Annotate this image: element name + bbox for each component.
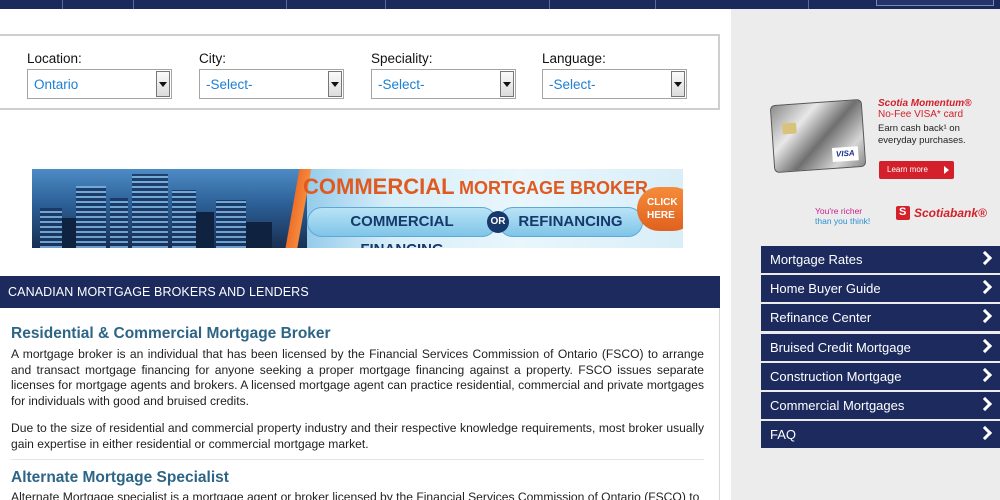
- location-filter: Location: Ontario: [27, 50, 172, 99]
- menu-item-label: FAQ: [770, 427, 797, 443]
- or-badge: OR: [487, 211, 509, 233]
- chevron-right-icon: [977, 426, 993, 441]
- nav-divider: [385, 0, 386, 9]
- language-value: -Select-: [549, 77, 596, 92]
- commercial-financing-pill: COMMERCIAL FINANCING: [307, 207, 497, 248]
- article-content: Residential & Commercial Mortgage Broker…: [0, 308, 720, 500]
- city-filter: City: -Select-: [199, 50, 344, 99]
- menu-item-label: Commercial Mortgages: [770, 397, 905, 413]
- speciality-select[interactable]: -Select-: [371, 69, 516, 99]
- city-skyline-image: [32, 169, 307, 248]
- market-paragraph: Due to the size of residential and comme…: [11, 421, 704, 451]
- search-filter-panel: Location: Ontario City: -Select- Special…: [0, 34, 720, 110]
- refinancing-pill: REFINANCING: [498, 207, 643, 237]
- commercial-mortgage-banner[interactable]: COMMERCIAL MORTGAGE BROKER COMMERCIAL FI…: [32, 169, 683, 248]
- learn-more-button[interactable]: Learn more: [879, 161, 954, 179]
- nav-divider: [286, 0, 287, 9]
- city-value: -Select-: [206, 77, 253, 92]
- city-label: City:: [199, 51, 226, 66]
- location-value: Ontario: [34, 77, 79, 92]
- tagline-line1: You're richer: [815, 206, 863, 216]
- broker-paragraph: A mortgage broker is an individual that …: [11, 347, 704, 409]
- tagline-line2: than you think!: [815, 216, 871, 226]
- content-divider: [11, 459, 704, 460]
- chevron-right-icon: [977, 280, 993, 295]
- nav-divider: [549, 0, 550, 9]
- scotiabank-s-icon: [896, 206, 910, 220]
- section-title: CANADIAN MORTGAGE BROKERS AND LENDERS: [8, 285, 309, 299]
- menu-item-label: Mortgage Rates: [770, 252, 863, 267]
- speciality-filter: Speciality: -Select-: [371, 50, 516, 99]
- residential-commercial-heading: Residential & Commercial Mortgage Broker: [11, 325, 331, 342]
- language-label: Language:: [542, 51, 606, 66]
- banner-title: COMMERCIAL MORTGAGE BROKER: [303, 174, 648, 200]
- chevron-right-icon: [977, 367, 993, 382]
- language-select[interactable]: -Select-: [542, 69, 687, 99]
- menu-item-refinance-center[interactable]: Refinance Center: [761, 304, 1000, 332]
- chevron-down-icon[interactable]: [671, 71, 685, 97]
- search-box[interactable]: [876, 0, 994, 6]
- language-filter: Language: -Select-: [542, 50, 687, 99]
- here-label: HERE: [647, 210, 675, 221]
- menu-item-bruised-credit[interactable]: Bruised Credit Mortgage: [761, 333, 1000, 361]
- chevron-right-icon: [977, 250, 993, 266]
- side-menu: Mortgage Rates Home Buyer Guide Refinanc…: [761, 246, 1000, 450]
- page: Location: Ontario City: -Select- Special…: [0, 0, 1000, 500]
- location-select[interactable]: Ontario: [27, 69, 172, 99]
- click-label: CLICK: [647, 197, 678, 208]
- menu-item-construction-mortgage[interactable]: Construction Mortgage: [761, 362, 1000, 390]
- nav-divider: [62, 0, 63, 9]
- ad-product-subtitle: No-Fee VISA* card: [878, 109, 964, 120]
- city-select[interactable]: -Select-: [199, 69, 344, 99]
- credit-card-image[interactable]: VISA: [769, 98, 867, 174]
- menu-item-label: Home Buyer Guide: [770, 281, 881, 297]
- alternate-paragraph: Alternate Mortgage specialist is a mortg…: [11, 490, 700, 500]
- menu-item-home-buyer-guide[interactable]: Home Buyer Guide: [761, 275, 1000, 303]
- chevron-right-icon: [977, 338, 993, 353]
- scotiabank-wordmark: Scotiabank®: [914, 206, 987, 220]
- nav-divider: [808, 0, 809, 9]
- menu-item-commercial-mortgages[interactable]: Commercial Mortgages: [761, 391, 1000, 419]
- chevron-down-icon[interactable]: [156, 71, 170, 97]
- ad-pitch: Earn cash back¹ on everyday purchases.: [878, 123, 966, 146]
- speciality-label: Speciality:: [371, 51, 433, 66]
- banner-title-big: COMMERCIAL: [303, 174, 455, 199]
- chevron-right-icon: [977, 396, 993, 412]
- menu-item-label: Bruised Credit Mortgage: [770, 339, 911, 355]
- visa-logo: VISA: [831, 146, 859, 163]
- chevron-down-icon[interactable]: [500, 71, 514, 97]
- menu-item-mortgage-rates[interactable]: Mortgage Rates: [761, 246, 1000, 273]
- nav-divider: [133, 0, 134, 9]
- menu-item-faq[interactable]: FAQ: [761, 421, 1000, 449]
- chevron-down-icon[interactable]: [328, 71, 342, 97]
- card-chip-icon: [782, 122, 797, 135]
- nav-divider: [655, 0, 656, 9]
- click-here-button[interactable]: CLICK HERE: [637, 187, 683, 231]
- alternate-specialist-heading: Alternate Mortgage Specialist: [11, 469, 229, 486]
- ad-tagline: You're richer than you think!: [815, 206, 870, 226]
- ad-copy: Scotia Momentum® No-Fee VISA* card Earn …: [878, 98, 998, 147]
- menu-item-label: Refinance Center: [770, 310, 872, 326]
- chevron-right-icon: [977, 309, 993, 324]
- section-header-bar: CANADIAN MORTGAGE BROKERS AND LENDERS: [0, 276, 720, 308]
- menu-item-label: Construction Mortgage: [770, 368, 902, 384]
- ad-product-name: Scotia Momentum®: [878, 98, 972, 109]
- location-label: Location:: [27, 51, 82, 66]
- banner-title-small: MORTGAGE BROKER: [459, 178, 648, 198]
- scotiabank-logo[interactable]: Scotiabank®: [896, 206, 996, 222]
- speciality-value: -Select-: [378, 77, 425, 92]
- top-nav-bar[interactable]: [0, 0, 1000, 9]
